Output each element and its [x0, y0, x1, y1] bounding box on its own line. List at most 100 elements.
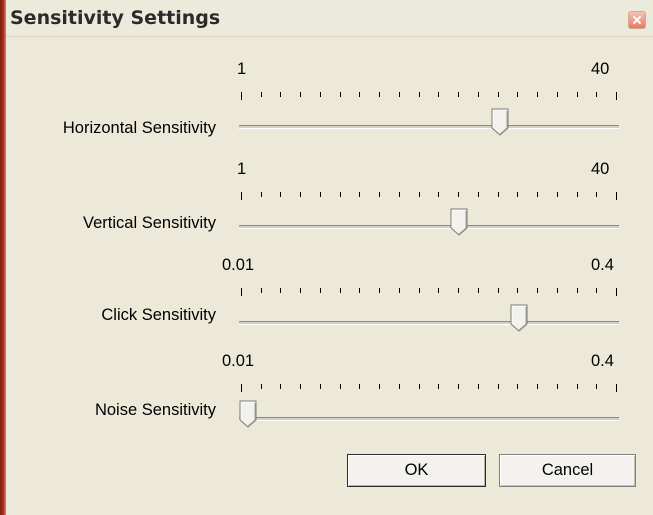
tick-mark: [438, 192, 440, 197]
horizontal-sensitivity-label: Horizontal Sensitivity: [62, 119, 216, 137]
noise-sensitivity-ticks: [241, 384, 617, 392]
tick-mark: [616, 288, 617, 296]
tick-mark: [576, 288, 578, 293]
tick-mark: [537, 192, 539, 197]
tick-mark: [359, 288, 361, 293]
tick-mark: [517, 192, 519, 197]
tick-mark: [458, 288, 460, 293]
vertical-sensitivity-ticks: [241, 192, 617, 200]
tick-mark: [438, 92, 440, 97]
tick-mark: [418, 92, 420, 97]
tick-mark: [339, 384, 341, 389]
tick-mark: [241, 92, 242, 100]
noise-sensitivity-max: 0.4: [591, 352, 614, 370]
vertical-sensitivity-thumb[interactable]: [450, 208, 468, 236]
tick-mark: [537, 384, 539, 389]
close-icon[interactable]: [628, 11, 646, 29]
tick-mark: [438, 288, 440, 293]
tick-mark: [596, 92, 598, 97]
tick-mark: [497, 192, 499, 197]
tick-mark: [241, 384, 242, 392]
vertical-sensitivity-max: 40: [591, 160, 610, 178]
tick-mark: [616, 192, 617, 200]
tick-mark: [596, 384, 598, 389]
tick-mark: [379, 92, 381, 97]
tick-mark: [477, 92, 479, 97]
tick-mark: [616, 384, 617, 392]
tick-mark: [576, 192, 578, 197]
tick-mark: [576, 92, 578, 97]
tick-mark: [379, 288, 381, 293]
tick-mark: [458, 384, 460, 389]
tick-mark: [300, 288, 302, 293]
tick-mark: [517, 288, 519, 293]
tick-mark: [398, 92, 400, 97]
click-sensitivity-thumb[interactable]: [510, 304, 528, 332]
tick-mark: [537, 288, 539, 293]
tick-mark: [438, 384, 440, 389]
dialog-title: Sensitivity Settings: [10, 7, 221, 29]
noise-sensitivity-label: Noise Sensitivity: [94, 401, 216, 419]
ok-button[interactable]: OK: [347, 454, 486, 487]
tick-mark: [477, 288, 479, 293]
tick-mark: [458, 192, 460, 197]
horizontal-sensitivity-thumb[interactable]: [491, 108, 509, 136]
tick-mark: [319, 384, 321, 389]
tick-mark: [260, 384, 262, 389]
click-sensitivity-ticks: [241, 288, 617, 296]
horizontal-sensitivity-max: 40: [591, 60, 610, 78]
tick-mark: [398, 192, 400, 197]
tick-mark: [260, 288, 262, 293]
tick-mark: [319, 92, 321, 97]
noise-sensitivity-track[interactable]: [239, 417, 619, 421]
vertical-sensitivity-label: Vertical Sensitivity: [83, 214, 216, 232]
tick-mark: [280, 288, 282, 293]
tick-mark: [517, 92, 519, 97]
tick-mark: [477, 192, 479, 197]
tick-mark: [576, 384, 578, 389]
click-sensitivity-label: Click Sensitivity: [101, 306, 216, 324]
tick-mark: [477, 384, 479, 389]
tick-mark: [556, 384, 558, 389]
tick-mark: [339, 92, 341, 97]
click-sensitivity-min: 0.01: [222, 256, 255, 274]
horizontal-sensitivity-track[interactable]: [239, 125, 619, 129]
click-sensitivity-max: 0.4: [591, 256, 614, 274]
tick-mark: [260, 92, 262, 97]
tick-mark: [458, 92, 460, 97]
tick-mark: [319, 192, 321, 197]
tick-mark: [280, 192, 282, 197]
vertical-sensitivity-min: 1: [237, 160, 247, 178]
tick-mark: [398, 288, 400, 293]
tick-mark: [616, 92, 617, 100]
cancel-button[interactable]: Cancel: [499, 454, 636, 487]
tick-mark: [241, 192, 242, 200]
tick-mark: [596, 192, 598, 197]
tick-mark: [497, 92, 499, 97]
tick-mark: [260, 192, 262, 197]
click-sensitivity-track[interactable]: [239, 321, 619, 325]
tick-mark: [398, 384, 400, 389]
noise-sensitivity-row: Noise Sensitivity 0.01 0.4: [6, 352, 653, 442]
tick-mark: [359, 92, 361, 97]
title-bar[interactable]: Sensitivity Settings: [6, 0, 653, 37]
tick-mark: [596, 288, 598, 293]
tick-mark: [556, 92, 558, 97]
horizontal-sensitivity-min: 1: [237, 60, 247, 78]
noise-sensitivity-thumb[interactable]: [239, 400, 257, 428]
tick-mark: [517, 384, 519, 389]
tick-mark: [379, 384, 381, 389]
tick-mark: [339, 192, 341, 197]
tick-mark: [300, 192, 302, 197]
tick-mark: [556, 288, 558, 293]
tick-mark: [339, 288, 341, 293]
vertical-sensitivity-track[interactable]: [239, 225, 619, 229]
tick-mark: [319, 288, 321, 293]
tick-mark: [497, 288, 499, 293]
tick-mark: [418, 288, 420, 293]
tick-mark: [359, 384, 361, 389]
sensitivity-settings-dialog: Sensitivity Settings Horizontal Sensitiv…: [6, 0, 653, 515]
tick-mark: [418, 384, 420, 389]
tick-mark: [241, 288, 242, 296]
tick-mark: [280, 384, 282, 389]
